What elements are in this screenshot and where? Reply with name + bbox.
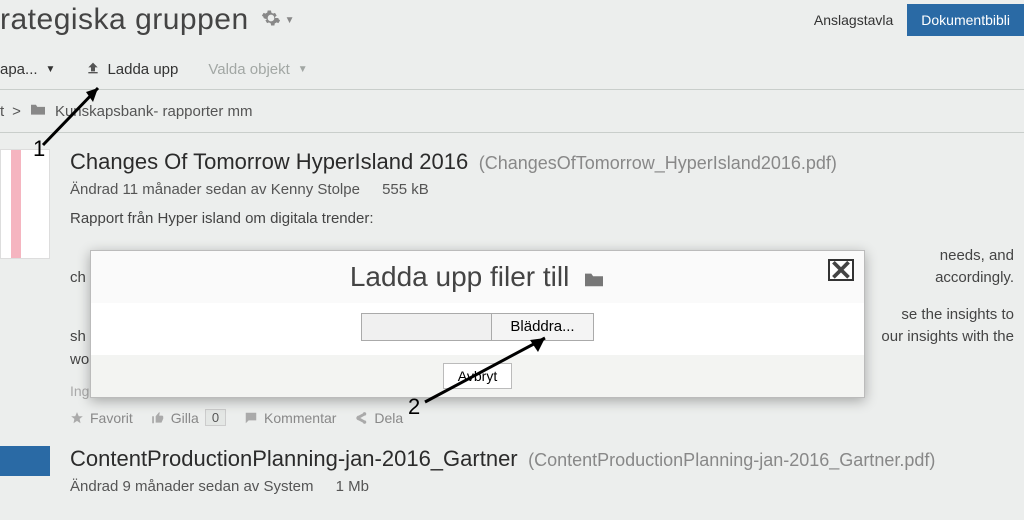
breadcrumb-sep: > — [12, 103, 21, 120]
chevron-down-icon: ▼ — [298, 64, 308, 75]
selected-objects-label: Valda objekt — [208, 61, 289, 78]
share-icon — [354, 411, 368, 425]
document-item: ContentProductionPlanning-jan-2016_Gartn… — [0, 440, 1024, 509]
upload-icon — [85, 60, 101, 80]
document-filename: (ContentProductionPlanning-jan-2016_Gart… — [528, 450, 935, 470]
create-button[interactable]: apa... ▼ — [0, 61, 55, 78]
share-button[interactable]: Dela — [354, 410, 403, 426]
document-modified: Ändrad 9 månader sedan av System — [70, 478, 313, 495]
chevron-down-icon[interactable]: ▼ — [285, 15, 295, 26]
modal-title: Ladda upp filer till — [350, 261, 569, 292]
nav-dokumentbibliotek[interactable]: Dokumentbibli — [907, 4, 1024, 36]
like-count: 0 — [205, 409, 226, 426]
document-title[interactable]: ContentProductionPlanning-jan-2016_Gartn… — [70, 446, 518, 471]
document-size: 1 Mb — [336, 478, 369, 495]
cancel-button[interactable]: Avbryt — [443, 363, 512, 389]
document-size: 555 kB — [382, 181, 429, 198]
breadcrumb-root[interactable]: t — [0, 103, 4, 120]
nav-anslagstavla[interactable]: Anslagstavla — [800, 4, 907, 36]
gear-icon[interactable] — [261, 8, 281, 33]
document-modified: Ändrad 11 månader sedan av Kenny Stolpe — [70, 181, 360, 198]
create-label: apa... — [0, 61, 38, 78]
document-filename: (ChangesOfTomorrow_HyperIsland2016.pdf) — [479, 153, 837, 173]
chevron-down-icon: ▼ — [46, 64, 56, 75]
like-button[interactable]: Gilla 0 — [151, 409, 226, 426]
thumbs-up-icon — [151, 411, 165, 425]
document-description: Rapport från Hyper island om digitala tr… — [70, 208, 1024, 231]
breadcrumb-folder[interactable]: Kunskapsbank- rapporter mm — [55, 103, 253, 120]
document-thumbnail[interactable] — [0, 446, 50, 476]
upload-button[interactable]: Ladda upp — [85, 60, 178, 80]
close-button[interactable]: ✕ — [828, 259, 854, 281]
star-icon — [70, 411, 84, 425]
upload-modal: Ladda upp filer till ✕ Bläddra... Avbryt — [90, 250, 865, 398]
close-icon: ✕ — [829, 254, 852, 287]
document-title[interactable]: Changes Of Tomorrow HyperIsland 2016 — [70, 149, 468, 174]
browse-button[interactable]: Bläddra... — [492, 314, 592, 340]
comment-button[interactable]: Kommentar — [244, 410, 336, 426]
comment-icon — [244, 411, 258, 425]
file-path-input[interactable] — [362, 314, 492, 340]
page-title: rategiska gruppen — [0, 3, 249, 37]
document-thumbnail[interactable] — [0, 149, 50, 259]
favorite-button[interactable]: Favorit — [70, 410, 133, 426]
upload-label: Ladda upp — [107, 61, 178, 78]
folder-icon — [583, 263, 605, 295]
breadcrumb: t > Kunskapsbank- rapporter mm — [0, 90, 1024, 133]
selected-objects-button[interactable]: Valda objekt ▼ — [208, 61, 307, 78]
folder-icon — [29, 102, 47, 120]
